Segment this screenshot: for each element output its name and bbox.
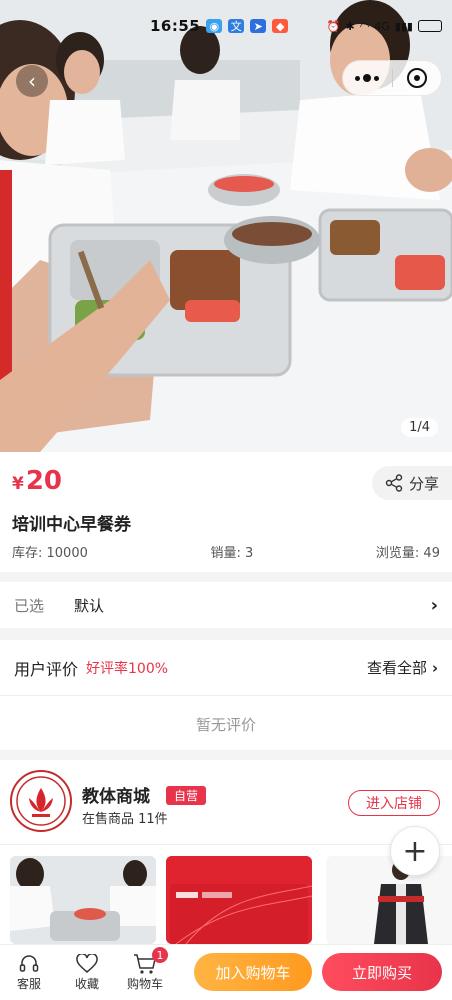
status-bar: 16:55 ◉ 文 ➤ ◆ ⏰ ✱ ◠ 4G ▮▮▮ xyxy=(150,14,442,38)
favorite-label: 收藏 xyxy=(74,977,99,991)
plus-icon: + xyxy=(402,833,428,869)
spec-selector[interactable]: 已选 默认 › xyxy=(0,582,452,628)
reviews-heading: 用户评价 xyxy=(14,659,79,679)
store-name: 教体商城 xyxy=(82,787,150,807)
sales-count: 销量: 3 xyxy=(210,546,254,561)
store-logo[interactable] xyxy=(10,770,72,832)
battery-icon xyxy=(418,20,442,32)
store-emblem-icon xyxy=(16,776,66,826)
chevron-left-icon: ‹ xyxy=(28,69,36,93)
currency-symbol: ¥ xyxy=(12,474,24,494)
view-count: 浏览量: 49 xyxy=(375,546,440,561)
positive-rate: 好评率100% xyxy=(86,660,169,677)
reviews-header: 用户评价 好评率100% 查看全部 › xyxy=(0,640,452,696)
cart-button[interactable]: 购物车 1 xyxy=(116,947,174,992)
add-fab-button[interactable]: + xyxy=(390,826,440,876)
more-button[interactable] xyxy=(343,61,392,95)
add-to-cart-button[interactable]: 加入购物车 xyxy=(194,953,312,991)
store-product-thumb[interactable] xyxy=(326,856,452,944)
map-icon: ➤ xyxy=(250,19,267,33)
price: ¥20 xyxy=(12,466,62,496)
product-thumb-image xyxy=(10,856,156,944)
bluetooth-icon: ✱ xyxy=(345,19,355,33)
back-button[interactable]: ‹ xyxy=(16,65,48,97)
product-image-carousel[interactable]: 16:55 ◉ 文 ➤ ◆ ⏰ ✱ ◠ 4G ▮▮▮ ‹ 1/4 xyxy=(0,0,452,452)
status-time: 16:55 xyxy=(150,17,201,35)
chevron-right-icon: › xyxy=(430,594,438,616)
network-label: 4G xyxy=(374,19,390,33)
view-all-label: 查看全部 xyxy=(367,659,428,677)
reviews-section: 用户评价 好评率100% 查看全部 › 暂无评价 xyxy=(0,640,452,750)
app-icon: 文 xyxy=(228,19,245,33)
spec-label: 已选 xyxy=(14,596,45,615)
app-badge-icon: ◆ xyxy=(272,19,289,33)
spec-value: 默认 xyxy=(74,596,105,615)
bottom-action-bar: 客服 收藏 购物车 1 加入购物车 立即购买 xyxy=(0,944,452,1000)
no-reviews-text: 暂无评价 xyxy=(195,716,256,734)
signal-icon: ▮▮▮ xyxy=(394,19,413,33)
product-thumb-image xyxy=(166,856,312,944)
store-products xyxy=(0,856,452,944)
miniapp-capsule xyxy=(342,60,442,96)
view-all-reviews-link[interactable]: 查看全部 › xyxy=(367,657,438,678)
more-dots-icon xyxy=(355,74,380,82)
divider xyxy=(0,844,452,845)
service-label: 客服 xyxy=(16,977,41,991)
close-miniapp-button[interactable] xyxy=(393,61,442,95)
share-icon xyxy=(385,474,403,492)
headset-icon xyxy=(17,953,41,975)
store-product-thumb[interactable] xyxy=(10,856,156,944)
price-value: 20 xyxy=(25,466,63,496)
favorite-button[interactable]: 收藏 xyxy=(58,953,116,992)
share-button[interactable]: 分享 xyxy=(372,466,452,500)
enter-store-button[interactable]: 进入店铺 xyxy=(348,790,440,816)
self-operated-badge: 自营 xyxy=(166,786,207,805)
customer-service-button[interactable]: 客服 xyxy=(0,953,58,992)
chevron-right-icon: › xyxy=(431,659,438,677)
store-product-count: 在售商品 11件 xyxy=(82,812,168,827)
product-title: 培训中心早餐券 xyxy=(12,515,131,535)
cart-label: 购物车 xyxy=(126,977,163,991)
cart-count-badge: 1 xyxy=(152,947,168,963)
wifi-icon: ◠ xyxy=(359,19,370,33)
product-thumb-image xyxy=(326,856,452,944)
store-product-thumb[interactable] xyxy=(166,856,312,944)
chat-icon: ◉ xyxy=(206,19,223,33)
heart-icon xyxy=(75,953,99,975)
target-icon xyxy=(406,68,427,88)
product-stats: 库存: 10000 销量: 3 浏览量: 49 xyxy=(12,542,440,561)
product-info: ¥20 分享 培训中心早餐券 库存: 10000 销量: 3 浏览量: 49 xyxy=(0,452,452,572)
image-counter: 1/4 xyxy=(401,418,438,437)
buy-now-button[interactable]: 立即购买 xyxy=(322,953,442,991)
stock-count: 库存: 10000 xyxy=(12,546,88,561)
share-label: 分享 xyxy=(408,474,439,493)
alarm-icon: ⏰ xyxy=(326,19,341,33)
